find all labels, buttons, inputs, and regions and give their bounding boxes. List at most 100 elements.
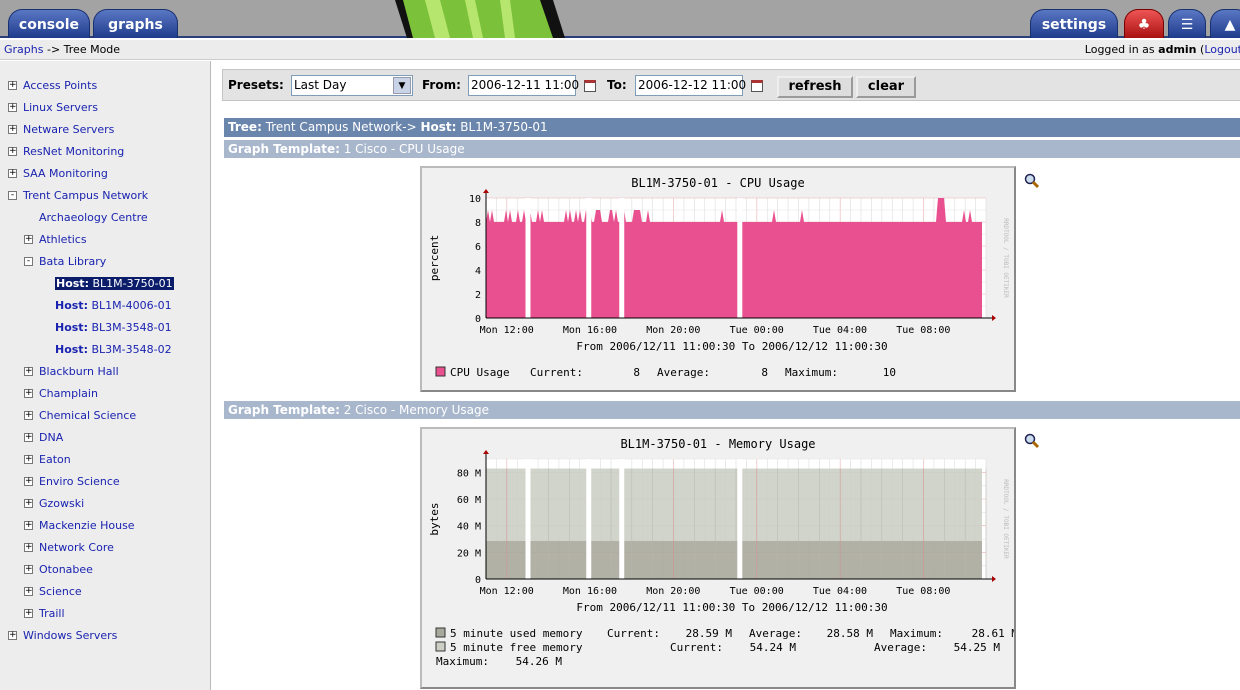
expand-icon[interactable]: +: [8, 125, 17, 134]
cacti-logo: [395, 0, 565, 38]
y-tick-label: 6: [475, 242, 481, 253]
top-nav: console graphs settings ♣ ☰ ▲: [0, 0, 1240, 38]
tree-item[interactable]: Champlain: [39, 387, 98, 400]
tree-item[interactable]: Netware Servers: [23, 123, 114, 136]
legend-name: CPU Usage: [450, 366, 510, 379]
legend-swatch: [435, 627, 446, 638]
tree-item[interactable]: SAA Monitoring: [23, 167, 108, 180]
tree-host-item[interactable]: Host: BL1M-4006-01: [55, 299, 172, 312]
tree-host-item[interactable]: Host: BL3M-3548-02: [55, 343, 172, 356]
data-gap: [619, 459, 625, 579]
expand-icon[interactable]: +: [24, 587, 33, 596]
tree-item[interactable]: Chemical Science: [39, 409, 136, 422]
tree-item[interactable]: Otonabee: [39, 563, 93, 576]
calendar-icon[interactable]: [751, 80, 763, 92]
tree-item[interactable]: Access Points: [23, 79, 97, 92]
collapse-icon[interactable]: -: [24, 257, 33, 266]
expand-icon[interactable]: +: [24, 521, 33, 530]
y-tick-label: 40 M: [457, 522, 481, 533]
legend-maximum-label: Maximum:: [436, 655, 489, 668]
x-tick-label: Tue 04:00: [813, 325, 867, 336]
tree-item[interactable]: Eaton: [39, 453, 71, 466]
expand-icon[interactable]: +: [24, 565, 33, 574]
y-axis-label: bytes: [428, 502, 441, 535]
breadcrumb-graphs-link[interactable]: Graphs: [4, 43, 43, 56]
expand-icon[interactable]: +: [24, 455, 33, 464]
tree-view-tab[interactable]: ♣: [1124, 9, 1164, 38]
tree-item[interactable]: Athletics: [39, 233, 87, 246]
expand-icon[interactable]: +: [8, 103, 17, 112]
calendar-icon[interactable]: [584, 80, 596, 92]
logout-link[interactable]: Logout: [1204, 43, 1240, 56]
y-tick-label: 20 M: [457, 548, 481, 559]
zoom-icon[interactable]: [1024, 433, 1040, 449]
expand-icon[interactable]: +: [24, 411, 33, 420]
expand-icon[interactable]: +: [24, 367, 33, 376]
breadcrumb-current: -> Tree Mode: [43, 43, 121, 56]
expand-icon[interactable]: +: [24, 477, 33, 486]
tree-item[interactable]: ResNet Monitoring: [23, 145, 124, 158]
tree-icon: ♣: [1137, 17, 1151, 33]
presets-select[interactable]: Last Day ▼: [291, 75, 413, 96]
tab-graphs[interactable]: graphs: [93, 9, 178, 38]
tree-item[interactable]: Bata Library: [39, 255, 106, 268]
expand-icon[interactable]: +: [8, 147, 17, 156]
graph-template-header: Graph Template: 2 Cisco - Memory Usage: [224, 401, 1240, 419]
data-gap: [737, 459, 743, 579]
expand-icon[interactable]: +: [24, 389, 33, 398]
host-name: BL3M-3548-01: [91, 321, 172, 334]
legend-current-label: Current:: [530, 366, 583, 379]
tab-settings[interactable]: settings: [1030, 9, 1118, 38]
legend-current: 28.59 M: [686, 627, 733, 640]
host-label: Host:: [420, 120, 457, 134]
tree-item[interactable]: Linux Servers: [23, 101, 98, 114]
tree-item[interactable]: Archaeology Centre: [39, 211, 148, 224]
tree-host-item[interactable]: Host: BL1M-3750-01: [55, 277, 174, 290]
tree-item[interactable]: Enviro Science: [39, 475, 120, 488]
x-axis-arrow: [992, 315, 996, 321]
expand-icon[interactable]: +: [24, 235, 33, 244]
expand-icon[interactable]: +: [24, 433, 33, 442]
from-date-input[interactable]: 2006-12-11 11:00: [468, 75, 579, 96]
expand-icon[interactable]: +: [8, 81, 17, 90]
presets-value: Last Day: [294, 78, 347, 92]
zoom-icon[interactable]: [1024, 173, 1040, 189]
refresh-button[interactable]: refresh: [777, 76, 853, 98]
tree-item[interactable]: Windows Servers: [23, 629, 117, 642]
tab-console[interactable]: console: [8, 9, 90, 38]
tree-item[interactable]: Trent Campus Network: [23, 189, 148, 202]
expand-icon[interactable]: +: [24, 543, 33, 552]
clear-button[interactable]: clear: [856, 76, 916, 98]
legend-average-label: Average:: [657, 366, 710, 379]
tree-item[interactable]: Network Core: [39, 541, 114, 554]
collapse-icon[interactable]: -: [8, 191, 17, 200]
legend-current: 8: [633, 366, 640, 379]
template-name: 1 Cisco - CPU Usage: [339, 142, 465, 156]
legend-current: 54.24 M: [750, 641, 797, 654]
graph-title: BL1M-3750-01 - Memory Usage: [620, 437, 815, 451]
tree-item[interactable]: Traill: [39, 607, 65, 620]
to-date-input[interactable]: 2006-12-12 11:00: [635, 75, 746, 96]
expand-icon[interactable]: +: [8, 169, 17, 178]
legend-maximum: 28.61 M: [972, 627, 1014, 640]
template-label: Graph Template:: [228, 142, 340, 156]
timespan-bar: Presets: Last Day ▼ From: 2006-12-11 11:0…: [222, 69, 1240, 101]
preview-view-tab[interactable]: ▲: [1210, 9, 1240, 38]
tree-item[interactable]: Blackburn Hall: [39, 365, 119, 378]
cpu-usage-graph[interactable]: BL1M-3750-01 - CPU Usage 0 2 4 6 8 10 Mon 12:00…: [420, 166, 1016, 392]
tree-item[interactable]: Science: [39, 585, 82, 598]
expand-icon[interactable]: +: [24, 499, 33, 508]
tree-host-item[interactable]: Host: BL3M-3548-01: [55, 321, 172, 334]
graph-template-header: Graph Template: 1 Cisco - CPU Usage: [224, 140, 1240, 158]
tree-item[interactable]: DNA: [39, 431, 63, 444]
tree-item[interactable]: Mackenzie House: [39, 519, 135, 532]
chevron-down-icon[interactable]: ▼: [393, 77, 411, 94]
memory-usage-graph[interactable]: BL1M-3750-01 - Memory Usage 0 20 M 40 M 60 M…: [420, 427, 1018, 689]
x-axis-arrow: [992, 576, 996, 582]
tree-item[interactable]: Gzowski: [39, 497, 84, 510]
expand-icon[interactable]: +: [8, 631, 17, 640]
legend-swatch: [435, 641, 446, 652]
expand-icon[interactable]: +: [24, 609, 33, 618]
data-gap: [525, 198, 531, 318]
list-view-tab[interactable]: ☰: [1168, 9, 1206, 38]
